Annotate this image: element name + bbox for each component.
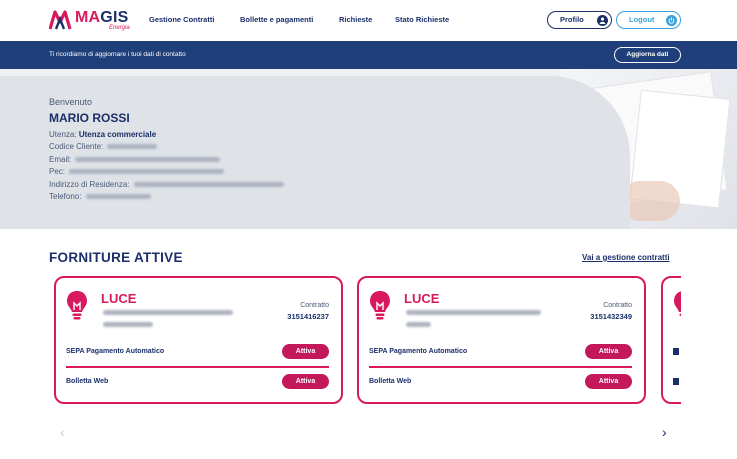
greeting: Benvenuto — [49, 97, 93, 107]
truncated-text — [673, 378, 679, 385]
logout-button[interactable]: Logout — [616, 11, 681, 29]
supply-type: LUCE — [101, 291, 137, 306]
utenza-label: Utenza: — [49, 130, 77, 139]
sepa-label: SEPA Pagamento Automatico — [369, 348, 468, 355]
forniture-title: FORNITURE ATTIVE — [49, 250, 183, 265]
redacted-address — [103, 322, 153, 327]
redacted-value — [107, 144, 158, 150]
customer-info-panel — [0, 76, 630, 229]
indirizzo-label: Indirizzo di Residenza: — [49, 180, 130, 189]
logout-button-label: Logout — [629, 15, 655, 24]
contract-label: Contratto — [603, 302, 632, 309]
supply-card[interactable]: LUCE Contratto 3151432349 SEPA Pagamento… — [357, 276, 646, 404]
supply-type: LUCE — [404, 291, 440, 306]
update-data-button[interactable]: Aggiorna dati — [614, 47, 681, 63]
redacted-value — [133, 182, 284, 188]
email-row: Email: — [49, 155, 221, 164]
profile-button-label: Profilo — [560, 15, 584, 24]
sepa-status-badge[interactable]: Attiva — [282, 344, 329, 359]
lightbulb-icon — [67, 291, 87, 320]
bolletta-web-status-badge[interactable]: Attiva — [282, 374, 329, 389]
contract-label: Contratto — [300, 302, 329, 309]
redacted-address — [406, 322, 431, 327]
indirizzo-row: Indirizzo di Residenza: — [49, 180, 284, 189]
nav-gestione-contratti[interactable]: Gestione Contratti — [149, 15, 214, 24]
bolletta-web-label: Bolletta Web — [369, 378, 412, 385]
pec-row: Pec: — [49, 167, 225, 176]
nav-bollette-pagamenti[interactable]: Bollette e pagamenti — [240, 15, 313, 24]
bolletta-web-label: Bolletta Web — [66, 378, 109, 385]
pec-label: Pec: — [49, 167, 66, 176]
redacted-value — [69, 169, 225, 175]
magis-logo[interactable]: MAGIS Energia — [49, 8, 139, 34]
codice-cliente-label: Codice Cliente: — [49, 142, 104, 151]
redacted-value — [75, 157, 221, 163]
supply-card[interactable]: LUCE Contratto 3151416237 SEPA Pagamento… — [54, 276, 343, 404]
contract-number: 3151416237 — [287, 312, 329, 321]
power-icon — [666, 15, 677, 26]
contact-update-notice: Ti ricordiamo di aggiornare i tuoi dati … — [0, 41, 737, 69]
sepa-status-badge[interactable]: Attiva — [585, 344, 632, 359]
truncated-text — [673, 348, 679, 355]
customer-name: MARIO ROSSI — [49, 111, 130, 125]
redacted-address — [406, 310, 541, 315]
codice-cliente-row: Codice Cliente: — [49, 142, 158, 151]
card-divider — [369, 366, 632, 368]
redacted-value — [85, 194, 151, 200]
chevron-right-icon[interactable]: › — [662, 424, 667, 440]
nav-richieste[interactable]: Richieste — [339, 15, 372, 24]
telefono-label: Telefono: — [49, 192, 82, 201]
gestione-contratti-link[interactable]: Vai a gestione contratti — [582, 253, 670, 262]
lightbulb-icon — [370, 291, 390, 320]
nav-stato-richieste[interactable]: Stato Richieste — [395, 15, 449, 24]
email-label: Email: — [49, 155, 72, 164]
logo-subtitle: Energia — [109, 25, 130, 31]
card-divider — [66, 366, 329, 368]
sepa-label: SEPA Pagamento Automatico — [66, 348, 165, 355]
carousel-clip — [681, 270, 737, 410]
contract-number: 3151432349 — [590, 312, 632, 321]
telefono-row: Telefono: — [49, 192, 151, 201]
profile-button[interactable]: Profilo — [547, 11, 612, 29]
utenza-row: Utenza: Utenza commerciale — [49, 130, 156, 139]
bolletta-web-status-badge[interactable]: Attiva — [585, 374, 632, 389]
welcome-hero: Benvenuto MARIO ROSSI Utenza: Utenza com… — [0, 69, 737, 229]
chevron-left-icon[interactable]: ‹ — [60, 424, 65, 440]
utenza-value: Utenza commerciale — [78, 130, 157, 139]
magis-logo-mark-icon — [49, 10, 72, 30]
user-icon — [597, 15, 608, 26]
notice-text: Ti ricordiamo di aggiornare i tuoi dati … — [49, 51, 186, 58]
top-header: MAGIS Energia Gestione Contratti Bollett… — [0, 0, 737, 41]
redacted-address — [103, 310, 233, 315]
